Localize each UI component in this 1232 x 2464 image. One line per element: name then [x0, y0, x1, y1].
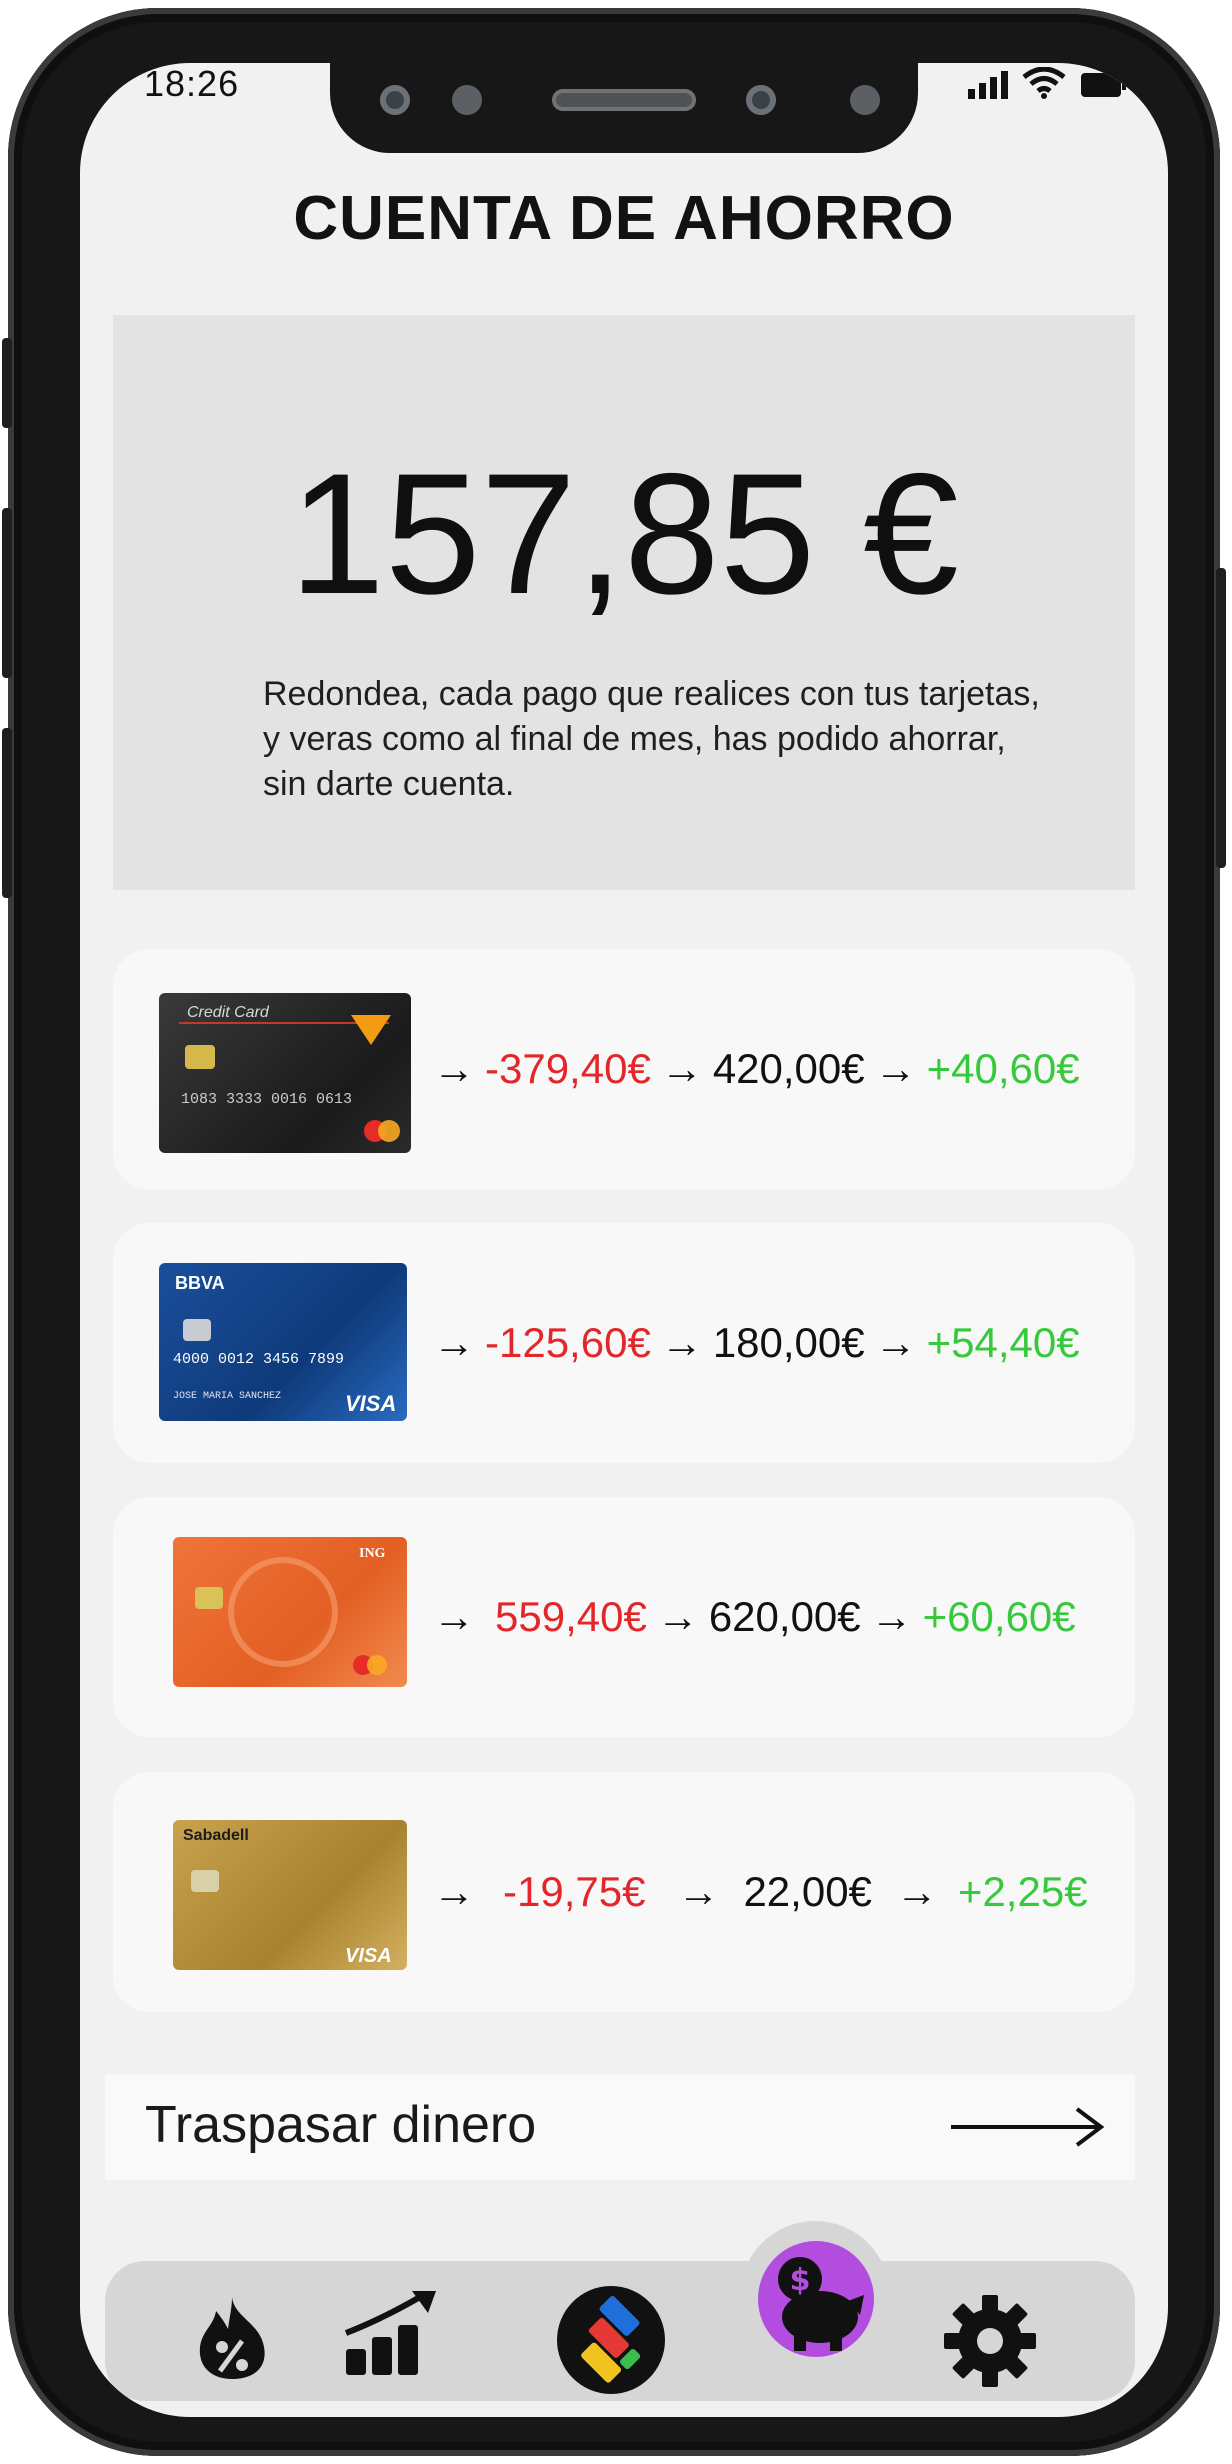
cards-app-icon[interactable]	[556, 2285, 666, 2400]
notch	[330, 63, 918, 153]
credit-card-image: Credit Card 1083 3333 0016 0613	[159, 993, 411, 1153]
arrow-icon: →	[433, 1868, 475, 1915]
card-number-text: 4000 0012 3456 7899	[173, 1351, 344, 1368]
card-row[interactable]: Sabadell VISA → -19,75€ → 22,00€ → +2,25…	[113, 1772, 1135, 2012]
svg-text:$: $	[790, 2263, 811, 2298]
front-camera	[380, 85, 410, 115]
volume-up-button	[2, 508, 12, 678]
card-values: → -125,60€ → 180,00€ → +54,40€	[423, 1223, 1080, 1463]
arrow-icon: →	[660, 1319, 703, 1366]
card-brand-text: Sabadell	[183, 1827, 249, 1844]
card-brand-text: BBVA	[175, 1273, 225, 1293]
signal-icon	[968, 71, 1008, 99]
arrow-icon: →	[656, 1593, 699, 1640]
status-icons	[968, 67, 1128, 99]
card-brand-text: Credit Card	[187, 1004, 270, 1021]
piggy-bank-icon[interactable]: $	[756, 2239, 876, 2364]
card-saved: +60,60€	[922, 1593, 1076, 1640]
card-row[interactable]: BBVA 4000 0012 3456 7899 JOSE MARIA SANC…	[113, 1223, 1135, 1463]
bbva-card-image: BBVA 4000 0012 3456 7899 JOSE MARIA SANC…	[159, 1263, 407, 1421]
card-brand-text: ING	[359, 1546, 386, 1561]
sensor	[746, 85, 776, 115]
wifi-icon	[1022, 67, 1066, 99]
arrow-icon: →	[895, 1868, 938, 1915]
ing-card-image: ING	[173, 1537, 407, 1687]
card-spent: 559,40€	[495, 1593, 647, 1640]
card-rounded: 180,00€	[712, 1319, 865, 1366]
arrow-icon: →	[660, 1045, 703, 1092]
sensor	[452, 85, 482, 115]
gear-icon[interactable]	[942, 2293, 1038, 2394]
card-holder-text: JOSE MARIA SANCHEZ	[173, 1391, 281, 1402]
arrow-icon: →	[677, 1868, 720, 1915]
status-time: 18:26	[144, 63, 240, 104]
phone-frame: 18:26 CUENTA DE AHORRO 157,85 € Redondea…	[2, 8, 1226, 2456]
chart-growth-icon[interactable]	[342, 2289, 440, 2382]
card-values: → 559,40€ → 620,00€ → +60,60€	[423, 1497, 1076, 1737]
arrow-icon: →	[433, 1319, 475, 1366]
earpiece-speaker	[552, 89, 696, 111]
card-saved: +54,40€	[926, 1319, 1080, 1366]
card-saved: +40,60€	[926, 1045, 1080, 1092]
arrow-icon: →	[433, 1045, 475, 1092]
savings-amount: 157,85 €	[289, 438, 959, 630]
card-rounded: 620,00€	[708, 1593, 861, 1640]
balance-panel: 157,85 € Redondea, cada pago que realice…	[113, 315, 1135, 890]
arrow-icon: →	[870, 1593, 913, 1640]
card-spent: -379,40€	[485, 1045, 651, 1092]
arrow-icon: →	[433, 1593, 475, 1640]
card-spent: -19,75€	[503, 1868, 646, 1915]
card-saved: +2,25€	[957, 1868, 1088, 1915]
volume-down-button	[2, 728, 12, 898]
svg-text:VISA: VISA	[345, 1945, 392, 1967]
card-rounded: 22,00€	[743, 1868, 872, 1915]
arrow-icon: →	[874, 1045, 917, 1092]
battery-icon	[1081, 73, 1126, 97]
card-spent: -125,60€	[485, 1319, 651, 1366]
power-button	[1216, 568, 1226, 868]
card-row[interactable]: Credit Card 1083 3333 0016 0613 → -379,4…	[113, 949, 1135, 1189]
screen: 18:26 CUENTA DE AHORRO 157,85 € Redondea…	[80, 63, 1168, 2417]
savings-description: Redondea, cada pago que realices con tus…	[263, 675, 1040, 803]
svg-text:VISA: VISA	[345, 1391, 396, 1416]
card-rounded: 420,00€	[712, 1045, 865, 1092]
card-row[interactable]: ING → 559,40€ → 620,00€ → +60,60€	[113, 1497, 1135, 1737]
transfer-money-button[interactable]: Traspasar dinero	[105, 2075, 1135, 2180]
arrow-icon: →	[874, 1319, 917, 1366]
long-arrow-icon	[951, 2107, 1105, 2147]
fire-percent-icon[interactable]	[192, 2295, 272, 2386]
card-values: → -19,75€ → 22,00€ → +2,25€	[423, 1772, 1088, 2012]
card-values: → -379,40€ → 420,00€ → +40,60€	[423, 949, 1080, 1189]
mute-switch	[2, 338, 12, 428]
sensor	[850, 85, 880, 115]
transfer-label: Traspasar dinero	[145, 2096, 537, 2154]
card-number-text: 1083 3333 0016 0613	[181, 1091, 352, 1108]
sabadell-card-image: Sabadell VISA	[173, 1820, 407, 1970]
page-title: CUENTA DE AHORRO	[293, 184, 955, 253]
